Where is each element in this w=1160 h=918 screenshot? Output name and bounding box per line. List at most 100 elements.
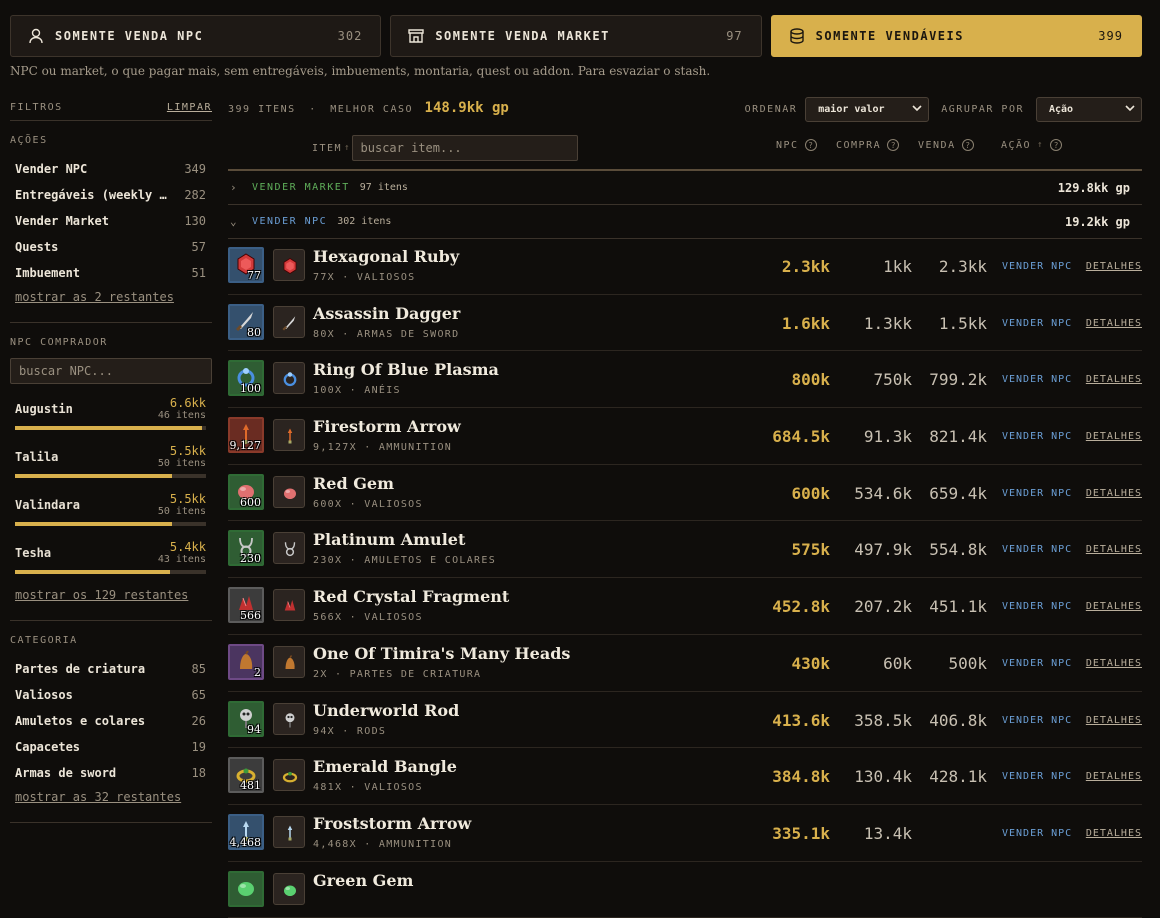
details-link[interactable]: DETALHES — [1086, 771, 1142, 782]
sell-npc-action[interactable]: VENDER NPC — [1002, 715, 1072, 726]
show-more-categories-link[interactable]: mostrar as 32 restantes — [10, 786, 186, 808]
filter-action-item[interactable]: Imbuement 51 — [10, 260, 212, 286]
filter-category-item[interactable]: Amuletos e colares 26 — [10, 708, 212, 734]
sell-npc-action[interactable]: VENDER NPC — [1002, 318, 1072, 329]
item-stack-icon: 94 — [228, 700, 264, 737]
item-name[interactable]: Platinum Amulet — [313, 530, 465, 549]
item-name[interactable]: Ring Of Blue Plasma — [313, 360, 499, 379]
filter-action-item[interactable]: Vender NPC 349 — [10, 156, 212, 182]
clear-filters-link[interactable]: LIMPAR — [167, 102, 212, 113]
item-name[interactable]: Red Gem — [313, 474, 394, 493]
details-link[interactable]: DETALHES — [1086, 374, 1142, 385]
item-name[interactable]: Firestorm Arrow — [313, 417, 461, 436]
item-best-value: 335.1k — [772, 823, 830, 843]
npc-name: Tesha — [15, 546, 52, 560]
item-row[interactable]: 77 Hexagonal Ruby 77X · VALIOSOS 2.3kk 1kk 2.… — [228, 238, 1142, 295]
col-npc-header[interactable]: NPC? — [776, 139, 817, 151]
filter-category-item[interactable]: Partes de criatura 85 — [10, 656, 212, 682]
sell-npc-action[interactable]: VENDER NPC — [1002, 601, 1072, 612]
sell-npc-action[interactable]: VENDER NPC — [1002, 658, 1072, 669]
item-row[interactable]: 94 Underworld Rod 94X · RODS 413.6k 358.5k 40… — [228, 692, 1142, 749]
filter-category-item[interactable]: Armas de sword 18 — [10, 760, 212, 786]
details-link[interactable]: DETALHES — [1086, 488, 1142, 499]
filter-action-item[interactable]: Quests 57 — [10, 234, 212, 260]
filter-category-item[interactable]: Capacetes 19 — [10, 734, 212, 760]
mode-sellable-button[interactable]: SOMENTE VENDÁVEIS 399 — [770, 15, 1142, 57]
npc-buyer-item[interactable]: Augustin 6.6kk 46 itens — [10, 396, 212, 432]
details-link[interactable]: DETALHES — [1086, 828, 1142, 839]
item-quantity: 566 — [240, 609, 261, 623]
filter-label: Capacetes — [15, 740, 81, 754]
sell-npc-action[interactable]: VENDER NPC — [1002, 771, 1072, 782]
item-row[interactable]: 600 Red Gem 600X · VALIOSOS 600k 534.6k 659.4… — [228, 465, 1142, 522]
sort-select[interactable]: maior valor — [805, 97, 930, 122]
item-name[interactable]: Hexagonal Ruby — [313, 247, 459, 266]
details-link[interactable]: DETALHES — [1086, 601, 1142, 612]
npc-items: 43 itens — [157, 554, 206, 565]
npc-value: 6.6kk — [169, 396, 206, 410]
mode-label: SOMENTE VENDA MARKET — [435, 29, 610, 43]
group-select[interactable]: Ação — [1036, 97, 1142, 122]
col-buy-header[interactable]: COMPRA? — [836, 139, 900, 151]
item-row[interactable]: 4,468 Froststorm Arrow 4,468X · AMMUNITION… — [228, 805, 1142, 862]
details-link[interactable]: DETALHES — [1086, 715, 1142, 726]
item-best-value: 600k — [791, 483, 830, 503]
mode-market-button[interactable]: SOMENTE VENDA MARKET 97 — [390, 15, 762, 57]
item-search-input[interactable] — [351, 135, 578, 161]
filter-category-item[interactable]: Valiosos 65 — [10, 682, 212, 708]
col-sell-header[interactable]: VENDA? — [918, 139, 974, 151]
item-row[interactable]: 9,127 Firestorm Arrow 9,127X · AMMUNITION 6… — [228, 408, 1142, 465]
npc-search-input[interactable] — [10, 358, 212, 384]
help-icon[interactable]: ? — [887, 139, 900, 151]
sell-npc-action[interactable]: VENDER NPC — [1002, 261, 1072, 272]
item-icon — [273, 645, 305, 678]
npc-buyer-item[interactable]: Tesha 5.4kk 43 itens — [10, 540, 212, 576]
item-row[interactable]: 2 One Of Timira's Many Heads 2X · PARTES D… — [228, 635, 1142, 692]
item-name[interactable]: One Of Timira's Many Heads — [313, 644, 570, 663]
sell-npc-action[interactable]: VENDER NPC — [1002, 828, 1072, 839]
npc-buyer-item[interactable]: Talila 5.5kk 50 itens — [10, 444, 212, 480]
item-row[interactable]: 100 Ring Of Blue Plasma 100X · ANÉIS 800k 75… — [228, 351, 1142, 409]
item-quantity: 481 — [240, 779, 261, 793]
help-icon[interactable]: ? — [804, 139, 817, 151]
item-row[interactable]: 80 Assassin Dagger 80X · ARMAS DE SWORD 1.6… — [228, 295, 1142, 352]
details-link[interactable]: DETALHES — [1086, 261, 1142, 272]
mode-npc-button[interactable]: SOMENTE VENDA NPC 302 — [10, 15, 382, 57]
filter-label: Vender NPC — [15, 162, 88, 176]
item-market-sell-value: 1.5kk — [938, 313, 987, 333]
filter-action-item[interactable]: Vender Market 130 — [10, 208, 212, 234]
person-icon — [27, 27, 45, 45]
sell-npc-action[interactable]: VENDER NPC — [1002, 488, 1072, 499]
show-more-npcs-link[interactable]: mostrar os 129 restantes — [10, 584, 193, 606]
item-name[interactable]: Red Crystal Fragment — [313, 587, 509, 606]
filter-count: 51 — [191, 266, 206, 280]
npc-buyer-item[interactable]: Valindara 5.5kk 50 itens — [10, 492, 212, 528]
show-more-actions-link[interactable]: mostrar as 2 restantes — [10, 286, 179, 308]
sell-npc-action[interactable]: VENDER NPC — [1002, 431, 1072, 442]
group-vender-market[interactable]: › VENDER MARKET 97 itens 129.8kk gp — [228, 171, 1142, 205]
group-vender-npc[interactable]: ⌄ VENDER NPC 302 itens 19.2kk gp — [228, 205, 1142, 239]
item-row[interactable]: 566 Red Crystal Fragment 566X · VALIOSOS 45… — [228, 578, 1142, 635]
sell-npc-action[interactable]: VENDER NPC — [1002, 544, 1072, 555]
details-link[interactable]: DETALHES — [1086, 658, 1142, 669]
details-link[interactable]: DETALHES — [1086, 318, 1142, 329]
col-action-header[interactable]: AÇÃO ↑? — [1001, 139, 1063, 151]
item-quantity: 100 — [240, 382, 261, 396]
filter-action-item[interactable]: Entregáveis (weekly … 282 — [10, 182, 212, 208]
item-meta: 230X · AMULETOS E COLARES — [313, 555, 497, 567]
mode-selector: SOMENTE VENDA NPC 302 SOMENTE VENDA MARK… — [10, 15, 1142, 57]
item-name[interactable]: Green Gem — [313, 871, 413, 890]
item-row[interactable]: Green Gem — [228, 862, 1142, 918]
item-row[interactable]: 481 Emerald Bangle 481X · VALIOSOS 384.8k 13… — [228, 748, 1142, 805]
item-row[interactable]: 230 Platinum Amulet 230X · AMULETOS E COLA… — [228, 521, 1142, 579]
help-icon[interactable]: ? — [1050, 139, 1063, 151]
item-name[interactable]: Assassin Dagger — [313, 304, 460, 323]
details-link[interactable]: DETALHES — [1086, 431, 1142, 442]
item-name[interactable]: Underworld Rod — [313, 701, 459, 720]
item-name[interactable]: Froststorm Arrow — [313, 814, 471, 833]
bangle-icon — [282, 772, 298, 783]
details-link[interactable]: DETALHES — [1086, 544, 1142, 555]
item-name[interactable]: Emerald Bangle — [313, 757, 457, 776]
help-icon[interactable]: ? — [961, 139, 974, 151]
sell-npc-action[interactable]: VENDER NPC — [1002, 374, 1072, 385]
